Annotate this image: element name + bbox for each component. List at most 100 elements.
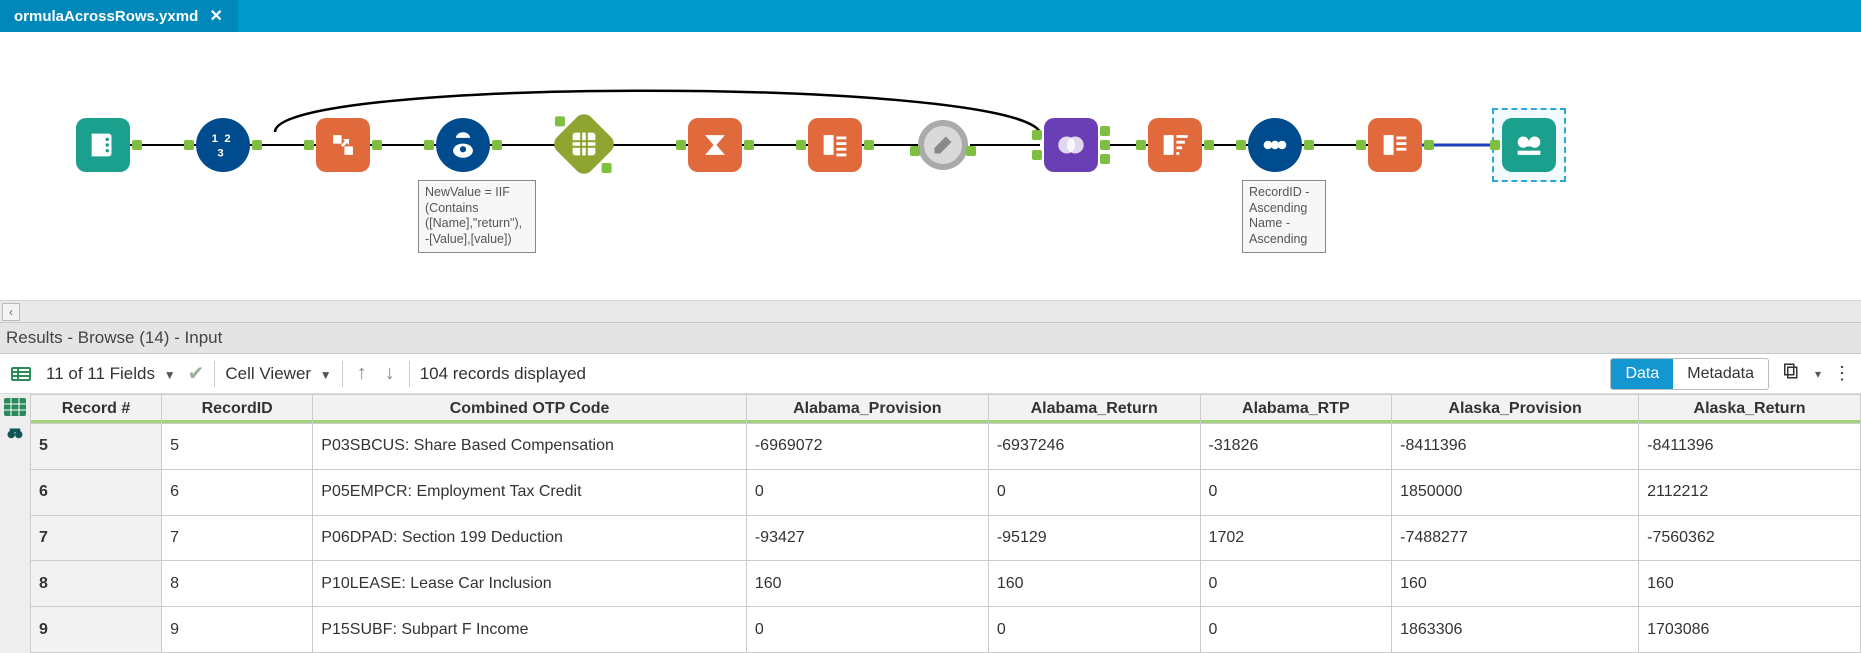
data-cleansing-tool[interactable] (918, 120, 968, 170)
anchor-in[interactable] (1236, 140, 1246, 150)
anchor-out-join[interactable] (1100, 140, 1110, 150)
cell-viewer-dropdown[interactable]: Cell Viewer ▼ (225, 364, 331, 384)
binoculars-icon[interactable] (3, 422, 27, 444)
anchor-in-right[interactable] (1032, 150, 1042, 160)
table-cell[interactable]: 7 (162, 515, 313, 561)
table-row[interactable]: 99P15SUBF: Subpart F Income0001863306170… (31, 607, 1861, 653)
more-icon[interactable]: ⋮ (1829, 363, 1855, 384)
table-cell[interactable]: -6937246 (988, 424, 1200, 470)
table-cell[interactable]: 1863306 (1392, 607, 1639, 653)
anchor-out-left[interactable] (1100, 126, 1110, 136)
summarize-tool[interactable] (688, 118, 742, 172)
anchor-in[interactable] (910, 146, 920, 156)
anchor-out[interactable] (252, 140, 262, 150)
sort-tool[interactable] (1148, 118, 1202, 172)
anchor-out[interactable] (1424, 140, 1434, 150)
select-tool[interactable] (808, 118, 862, 172)
anchor-out[interactable] (966, 146, 976, 156)
arrow-down-icon[interactable]: ↓ (381, 362, 399, 385)
table-cell[interactable]: 9 (31, 607, 162, 653)
input-data-tool[interactable] (76, 118, 130, 172)
col-record-num[interactable]: Record # (31, 395, 162, 424)
anchor-out[interactable] (132, 140, 142, 150)
table-cell[interactable]: -7560362 (1639, 515, 1861, 561)
col-alaska-provision[interactable]: Alaska_Provision (1392, 395, 1639, 424)
table-cell[interactable]: 160 (1392, 561, 1639, 607)
table-cell[interactable]: -95129 (988, 515, 1200, 561)
workflow-canvas[interactable]: 123 (0, 32, 1861, 300)
anchor-in[interactable] (676, 140, 686, 150)
transpose-tool[interactable] (316, 118, 370, 172)
list-view-icon[interactable] (9, 365, 33, 383)
col-record-id[interactable]: RecordID (162, 395, 313, 424)
table-cell[interactable]: 5 (31, 424, 162, 470)
anchor-out[interactable] (864, 140, 874, 150)
record-id-tool[interactable]: 123 (196, 118, 250, 172)
select2-tool[interactable] (1368, 118, 1422, 172)
table-cell[interactable]: 9 (162, 607, 313, 653)
chevron-down-icon[interactable]: ▾ (1815, 367, 1821, 381)
anchor-in-left[interactable] (1032, 130, 1042, 140)
anchor-out[interactable] (744, 140, 754, 150)
col-alabama-provision[interactable]: Alabama_Provision (746, 395, 988, 424)
col-combined-otp[interactable]: Combined OTP Code (313, 395, 747, 424)
workflow-tab[interactable]: ormulaAcrossRows.yxmd ✕ (0, 0, 238, 32)
table-cell[interactable]: -8411396 (1639, 424, 1861, 470)
table-cell[interactable]: 0 (1200, 469, 1392, 515)
anchor-out-right[interactable] (1100, 154, 1110, 164)
table-cell[interactable]: P15SUBF: Subpart F Income (313, 607, 747, 653)
anchor-out[interactable] (602, 163, 612, 173)
anchor-in[interactable] (424, 140, 434, 150)
table-cell[interactable]: P10LEASE: Lease Car Inclusion (313, 561, 747, 607)
scroll-left-icon[interactable]: ‹ (2, 303, 20, 321)
anchor-in[interactable] (184, 140, 194, 150)
table-cell[interactable]: -7488277 (1392, 515, 1639, 561)
anchor-in[interactable] (555, 116, 565, 126)
col-alabama-rtp[interactable]: Alabama_RTP (1200, 395, 1392, 424)
table-icon[interactable] (3, 396, 27, 418)
table-cell[interactable]: 7 (31, 515, 162, 561)
anchor-out[interactable] (492, 140, 502, 150)
browse-tool[interactable] (1502, 118, 1556, 172)
anchor-in[interactable] (1136, 140, 1146, 150)
table-cell[interactable]: 6 (31, 469, 162, 515)
join-tool[interactable] (1044, 118, 1098, 172)
table-cell[interactable]: -93427 (746, 515, 988, 561)
table-cell[interactable]: 6 (162, 469, 313, 515)
table-cell[interactable]: 0 (988, 469, 1200, 515)
table-cell[interactable]: 0 (1200, 561, 1392, 607)
anchor-in[interactable] (304, 140, 314, 150)
table-row[interactable]: 88P10LEASE: Lease Car Inclusion160160016… (31, 561, 1861, 607)
table-cell[interactable]: 0 (746, 607, 988, 653)
anchor-out[interactable] (1304, 140, 1314, 150)
anchor-out[interactable] (1204, 140, 1214, 150)
anchor-in[interactable] (796, 140, 806, 150)
table-cell[interactable]: P06DPAD: Section 199 Deduction (313, 515, 747, 561)
table-cell[interactable]: 5 (162, 424, 313, 470)
table-row[interactable]: 77P06DPAD: Section 199 Deduction-93427-9… (31, 515, 1861, 561)
table-cell[interactable]: 0 (746, 469, 988, 515)
table-cell[interactable]: 1850000 (1392, 469, 1639, 515)
table-cell[interactable]: -6969072 (746, 424, 988, 470)
close-icon[interactable]: ✕ (208, 8, 224, 24)
seg-metadata[interactable]: Metadata (1673, 359, 1768, 389)
table-cell[interactable]: 8 (31, 561, 162, 607)
table-cell[interactable]: 8 (162, 561, 313, 607)
anchor-in[interactable] (1490, 140, 1500, 150)
table-cell[interactable]: 160 (988, 561, 1200, 607)
copy-icon[interactable] (1777, 362, 1803, 385)
data-metadata-toggle[interactable]: Data Metadata (1610, 358, 1769, 390)
results-grid[interactable]: Record # RecordID Combined OTP Code Alab… (30, 394, 1861, 653)
fields-count[interactable]: 11 of 11 Fields ▼ (46, 364, 176, 384)
table-cell[interactable]: 160 (1639, 561, 1861, 607)
table-cell[interactable]: 2112212 (1639, 469, 1861, 515)
table-row[interactable]: 55P03SBCUS: Share Based Compensation-696… (31, 424, 1861, 470)
dynamic-rename-tool[interactable] (1248, 118, 1302, 172)
table-cell[interactable]: 1703086 (1639, 607, 1861, 653)
table-cell[interactable]: 0 (1200, 607, 1392, 653)
col-alabama-return[interactable]: Alabama_Return (988, 395, 1200, 424)
table-cell[interactable]: P03SBCUS: Share Based Compensation (313, 424, 747, 470)
anchor-in[interactable] (1356, 140, 1366, 150)
canvas-hscroll[interactable]: ‹ (0, 300, 1861, 322)
col-alaska-return[interactable]: Alaska_Return (1639, 395, 1861, 424)
